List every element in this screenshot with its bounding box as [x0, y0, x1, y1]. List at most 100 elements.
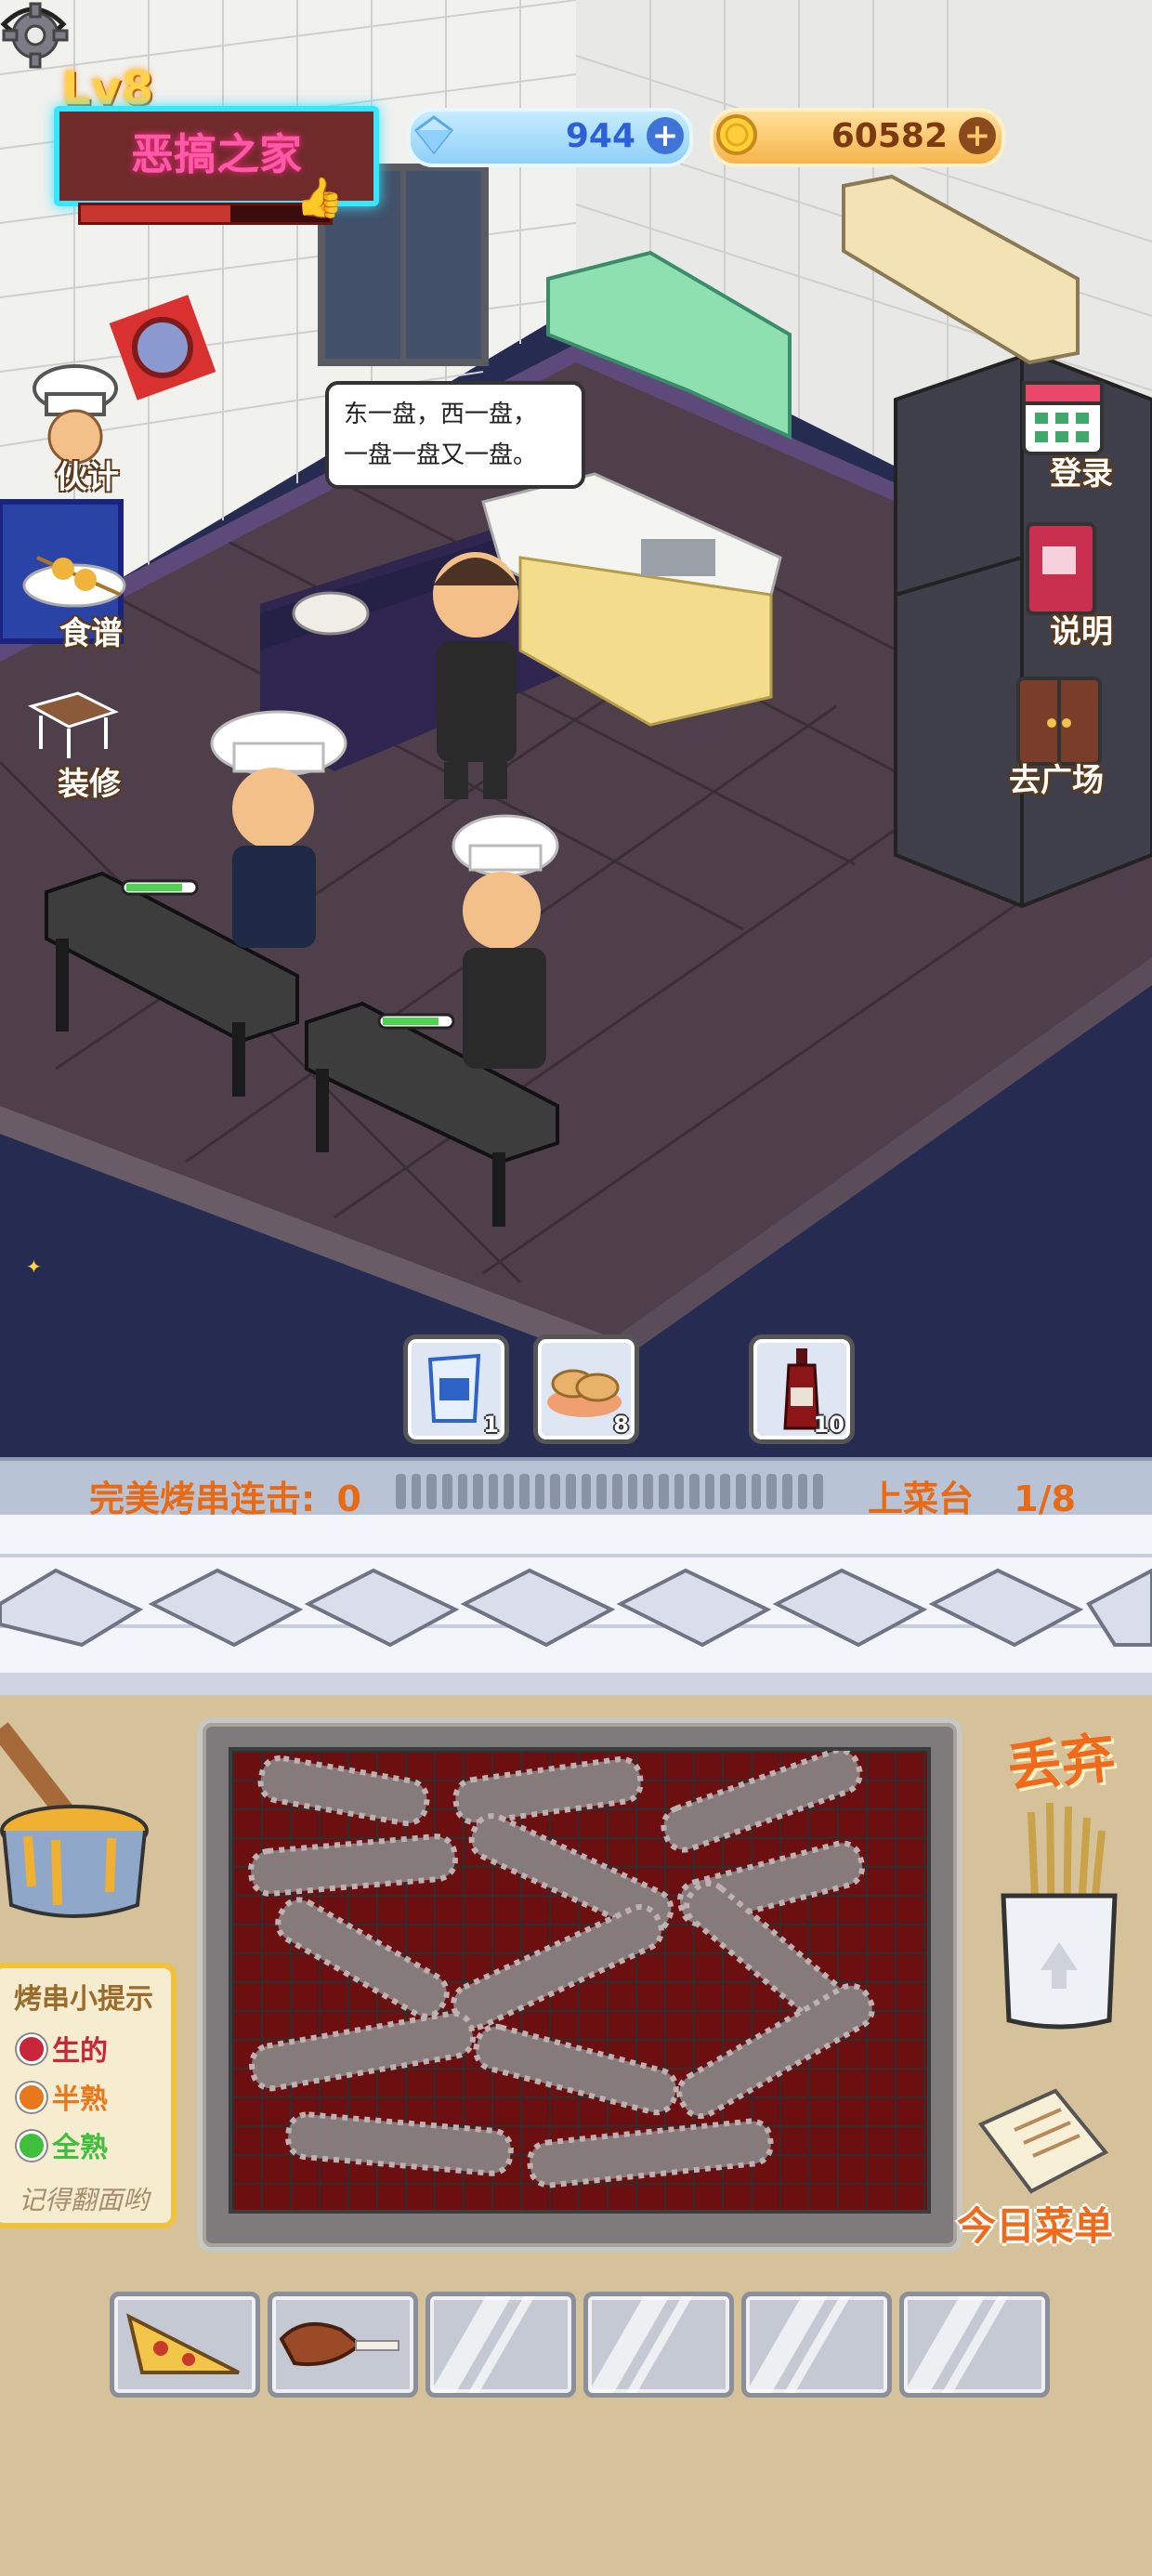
- combo-tick: [596, 1474, 607, 1509]
- inventory-slot[interactable]: [110, 2292, 260, 2398]
- menu-plaza-label: 去广场: [1009, 762, 1104, 799]
- calendar-icon: [1022, 381, 1104, 455]
- tip-done-label: 全熟: [52, 2132, 108, 2164]
- combo-tick: [797, 1474, 808, 1509]
- combo-tick: [704, 1474, 715, 1509]
- menu-plaza-button[interactable]: 去广场: [1003, 669, 1143, 799]
- speech-line-1: 东一盘，西一盘，: [344, 401, 538, 428]
- raw-skewers-pile: [248, 1747, 875, 2188]
- pizza-slice-icon: [126, 2313, 240, 2374]
- combo-value: 0: [336, 1479, 361, 1519]
- ingredient-card-peanut[interactable]: 8: [533, 1334, 639, 1444]
- ingredient-card-sauce[interactable]: 10: [749, 1334, 855, 1444]
- inventory-slot[interactable]: [268, 2292, 418, 2398]
- combo-tick: [473, 1474, 483, 1509]
- gem-counter[interactable]: 944 +: [407, 108, 693, 167]
- lamb-leg-icon: [279, 2322, 399, 2367]
- raw-dot-icon: [17, 2034, 46, 2064]
- coin-value: 60582: [831, 117, 948, 155]
- coin-counter[interactable]: 60582 +: [710, 108, 1005, 167]
- add-coins-button[interactable]: +: [959, 117, 996, 154]
- menu-login-label: 登录: [1050, 455, 1113, 493]
- serving-plates: [0, 1554, 1152, 1695]
- combo-tick: [519, 1474, 530, 1509]
- menu-login-button[interactable]: 登录: [1013, 372, 1143, 493]
- menu-scroll-icon[interactable]: [972, 2087, 1111, 2199]
- menu-recipe-label: 食谱: [59, 615, 123, 652]
- combo-tick: [782, 1474, 792, 1509]
- combo-tick: [658, 1474, 669, 1509]
- recipe-skewer-icon: [22, 556, 126, 608]
- inventory-slot[interactable]: [741, 2292, 892, 2398]
- tips-title: 烤串小提示: [14, 1983, 153, 2016]
- combo-progress-ticks: [396, 1474, 823, 1509]
- menu-staff-button[interactable]: 伙计: [19, 362, 130, 496]
- tip-raw: 生的: [17, 2028, 108, 2069]
- combo-tick: [736, 1474, 746, 1509]
- book-icon: [1026, 522, 1096, 615]
- speech-bubble: 东一盘，西一盘， 一盘一盘又一盘。: [325, 381, 585, 489]
- combo-tick: [813, 1474, 823, 1509]
- serve-label: 上菜台: [868, 1479, 975, 1519]
- menu-decor-button[interactable]: 装修: [19, 688, 130, 808]
- combo-tick: [457, 1474, 468, 1509]
- tips-note: 记得翻面哟: [18, 2185, 149, 2215]
- add-gems-button[interactable]: +: [647, 117, 684, 154]
- menu-guide-label: 说明: [1050, 613, 1113, 651]
- serve-counter: 上菜台 1/8: [868, 1470, 1076, 1521]
- combo-tick: [627, 1474, 638, 1509]
- combo-label: 完美烤串连击: 0: [89, 1470, 361, 1521]
- combo-tick: [581, 1474, 592, 1509]
- tip-medium-label: 半熟: [52, 2083, 108, 2116]
- combo-tick: [504, 1474, 515, 1509]
- combo-tick: [441, 1474, 452, 1509]
- sauce-bucket-icon[interactable]: [0, 1710, 158, 1924]
- tip-done: 全熟: [17, 2124, 108, 2165]
- grill-surface[interactable]: [229, 1747, 931, 2214]
- combo-tick: [550, 1474, 561, 1509]
- menu-decor-label: 装修: [58, 766, 121, 803]
- serve-value: 1/8: [1014, 1479, 1077, 1519]
- combo-tick: [488, 1474, 499, 1509]
- home-name: 恶搞之家: [131, 129, 302, 179]
- inventory-slot[interactable]: [425, 2292, 576, 2398]
- todays-menu-label[interactable]: 今日菜单: [957, 2195, 1113, 2252]
- combo-tick: [611, 1474, 622, 1509]
- speech-line-2: 一盘一盘又一盘。: [344, 441, 538, 469]
- kitchen-scene[interactable]: ✦ Lv8 恶搞之家 👍 944 + 60582 + 伙计 食谱 装修 登录 说…: [0, 0, 1152, 1457]
- combo-tick: [689, 1474, 700, 1509]
- thumbs-up-icon: 👍: [295, 175, 345, 220]
- combo-tick: [534, 1474, 545, 1509]
- home-progress-fill: [81, 205, 230, 222]
- combo-tick: [426, 1474, 437, 1509]
- inventory-slot[interactable]: [583, 2292, 734, 2398]
- svg-text:✦: ✦: [26, 1255, 42, 1278]
- gem-value: 944: [565, 117, 635, 155]
- medium-dot-icon: [17, 2083, 46, 2112]
- coin-icon: [716, 114, 757, 155]
- discard-bin-icon[interactable]: [994, 1794, 1124, 2035]
- combo-tick: [411, 1474, 422, 1509]
- gear-icon[interactable]: [0, 0, 71, 71]
- tip-medium: 半熟: [17, 2076, 108, 2117]
- menu-recipe-button[interactable]: 食谱: [19, 539, 130, 652]
- peanut-icon: [547, 1369, 622, 1417]
- home-progress-bar: [78, 203, 333, 225]
- combo-label-text: 完美烤串连击:: [89, 1479, 316, 1519]
- combo-bar: 完美烤串连击: 0 上菜台 1/8: [0, 1457, 1152, 1521]
- combo-tick: [766, 1474, 778, 1509]
- ingredient-card-salt[interactable]: 1: [403, 1334, 509, 1444]
- ingredient-count: 8: [613, 1412, 629, 1438]
- discard-label: 丢弃: [1004, 1726, 1119, 1800]
- grilling-tips-panel: 烤串小提示 生的 半熟 全熟 记得翻面哟: [0, 1963, 177, 2228]
- menu-staff-label: 伙计: [56, 459, 119, 496]
- done-dot-icon: [17, 2131, 46, 2161]
- combo-tick: [396, 1474, 406, 1509]
- combo-tick: [751, 1474, 762, 1509]
- combo-tick: [566, 1474, 576, 1509]
- combo-tick: [720, 1474, 731, 1509]
- ingredient-count: 1: [483, 1412, 499, 1438]
- serving-counter[interactable]: [0, 1515, 1152, 1695]
- inventory-slot[interactable]: [899, 2292, 1050, 2398]
- menu-guide-button[interactable]: 说明: [1013, 520, 1143, 651]
